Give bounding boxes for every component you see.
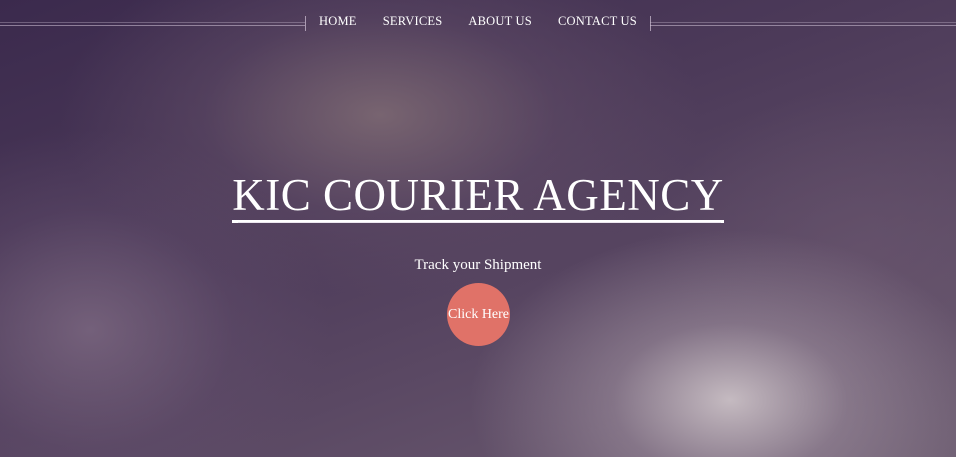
nav-divider-cap-right: [650, 16, 651, 31]
click-here-button[interactable]: Click Here: [447, 283, 510, 346]
title-underline-rule: [238, 222, 721, 223]
nav-menu: HOME SERVICES ABOUT US CONTACT US: [306, 14, 650, 29]
nav-link-home[interactable]: HOME: [319, 14, 357, 29]
nav-link-contact-us[interactable]: CONTACT US: [558, 14, 637, 29]
site-title: KIC COURIER AGENCY: [0, 170, 956, 223]
nav-divider-right: [650, 22, 956, 26]
track-shipment-text: Track your Shipment: [414, 257, 542, 273]
site-title-text: KIC COURIER AGENCY: [232, 170, 724, 223]
nav-divider-left: [0, 22, 305, 26]
nav-link-about-us[interactable]: ABOUT US: [468, 14, 532, 29]
nav-link-services[interactable]: SERVICES: [383, 14, 443, 29]
top-navigation: HOME SERVICES ABOUT US CONTACT US: [0, 0, 956, 46]
